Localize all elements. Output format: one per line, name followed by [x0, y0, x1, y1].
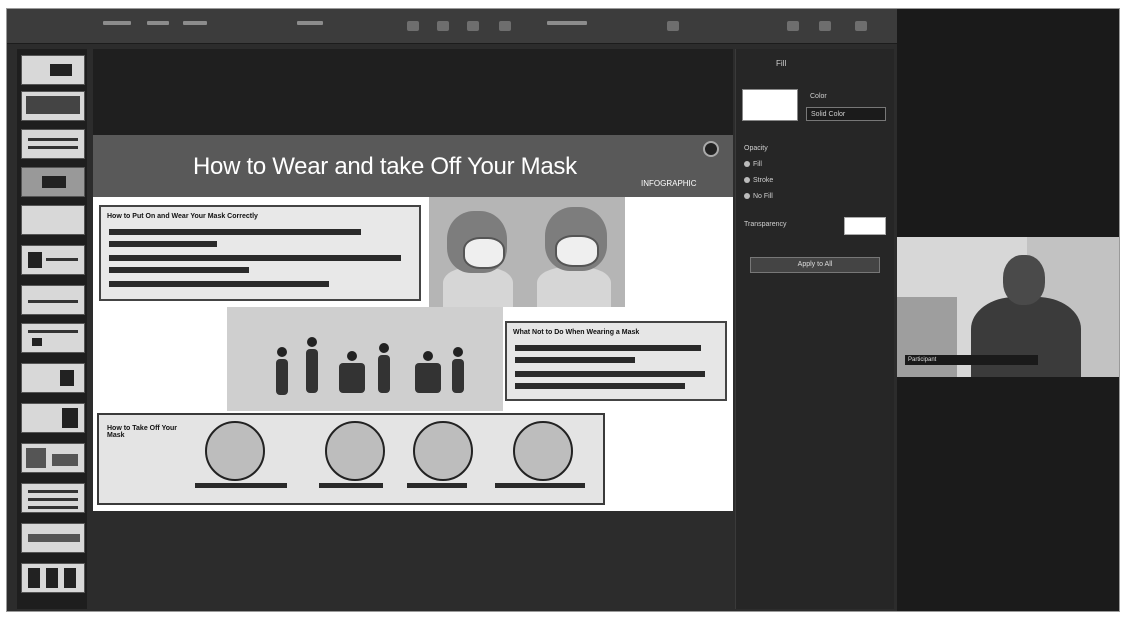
toolbar-icon-text[interactable]: [437, 21, 449, 31]
caption-line: [195, 483, 287, 488]
mask-wearing-illustration: [429, 197, 625, 307]
header-logo-icon: [703, 141, 719, 157]
toolbar-icon-table[interactable]: [499, 21, 511, 31]
radio-stroke[interactable]: Stroke: [744, 177, 773, 184]
participant-name-label: Participant: [905, 355, 1038, 365]
radio-no-fill[interactable]: No Fill: [744, 193, 773, 200]
menu-item-insert[interactable]: [297, 21, 323, 25]
fill-type-select[interactable]: Solid Color: [806, 107, 886, 121]
what-not-to-do-box: What Not to Do When Wearing a Mask: [505, 321, 727, 401]
slide-thumbnail[interactable]: [21, 55, 85, 85]
toolbar-icon-share[interactable]: [787, 21, 799, 31]
handle-straps-icon: [413, 421, 473, 481]
wash-hands-icon: [205, 421, 265, 481]
bullet-line: [515, 383, 685, 389]
color-swatch[interactable]: [742, 89, 798, 121]
side-panel-bottom: [897, 377, 1119, 611]
inspector-header: Fill: [776, 59, 787, 68]
slide-canvas[interactable]: How to Wear and take Off Your Mask INFOG…: [93, 135, 733, 511]
screen-frame: How to Wear and take Off Your Mask INFOG…: [6, 8, 1120, 612]
bullet-line: [109, 241, 217, 247]
bullet-line: [515, 357, 635, 363]
toolbar-icon-play[interactable]: [667, 21, 679, 31]
participant-avatar: [1003, 255, 1045, 305]
bullet-line: [109, 255, 401, 261]
transparency-label: Transparency: [744, 221, 787, 228]
bullet-line: [515, 345, 701, 351]
slide-thumbnail[interactable]: [21, 563, 85, 593]
toolbar-icon-shape[interactable]: [407, 21, 419, 31]
bullet-line: [109, 229, 361, 235]
slide-thumbnail[interactable]: [21, 245, 85, 275]
slide-thumbnail[interactable]: [21, 285, 85, 315]
social-distancing-illustration: [227, 307, 503, 411]
side-panel-top: [897, 9, 1119, 237]
toolbar-icon-format[interactable]: [819, 21, 831, 31]
toolbar-icon-image[interactable]: [467, 21, 479, 31]
caption-line: [495, 483, 585, 488]
what-not-to-do-heading: What Not to Do When Wearing a Mask: [513, 329, 640, 336]
slide-thumbnail[interactable]: [21, 205, 85, 235]
how-to-wear-box: How to Put On and Wear Your Mask Correct…: [99, 205, 421, 301]
slide-thumbnail[interactable]: [21, 323, 85, 353]
slide-thumbnail[interactable]: [21, 363, 85, 393]
menu-item-view[interactable]: [183, 21, 207, 25]
slide-header-banner: How to Wear and take Off Your Mask INFOG…: [93, 135, 733, 197]
menu-item-format[interactable]: [547, 21, 587, 25]
slide-thumbnail[interactable]: [21, 167, 85, 197]
section-label: Opacity: [744, 145, 768, 152]
toolbar-icon-settings[interactable]: [855, 21, 867, 31]
participant-video-tile[interactable]: Participant: [897, 237, 1119, 377]
presentation-app-window: How to Wear and take Off Your Mask INFOG…: [7, 9, 897, 611]
menu-item-file[interactable]: [103, 21, 131, 25]
bullet-line: [515, 371, 705, 377]
bullet-line: [109, 267, 249, 273]
slide-thumbnail-panel: [17, 49, 87, 609]
swatch-label: Color: [810, 93, 827, 100]
how-to-take-off-box: How to Take Off Your Mask: [97, 413, 605, 505]
fold-mask-icon: [513, 421, 573, 481]
slide-thumbnail[interactable]: [21, 443, 85, 473]
transparency-input[interactable]: [844, 217, 886, 235]
slide-thumbnail[interactable]: [21, 91, 85, 121]
menu-toolbar: [7, 9, 897, 44]
slide-subtitle: INFOGRAPHIC: [641, 179, 697, 188]
menu-item-edit[interactable]: [147, 21, 169, 25]
slide-thumbnail[interactable]: [21, 129, 85, 159]
bullet-line: [109, 281, 329, 287]
slide-thumbnail[interactable]: [21, 483, 85, 513]
how-to-wear-heading: How to Put On and Wear Your Mask Correct…: [107, 213, 258, 220]
caption-line: [319, 483, 383, 488]
radio-fill[interactable]: Fill: [744, 161, 762, 168]
remove-ear-loops-icon: [325, 421, 385, 481]
slide-thumbnail[interactable]: [21, 523, 85, 553]
slide-title: How to Wear and take Off Your Mask: [193, 153, 577, 180]
participant-body: [971, 297, 1081, 377]
caption-line: [407, 483, 467, 488]
slide-thumbnail[interactable]: [21, 403, 85, 433]
apply-button[interactable]: Apply to All: [750, 257, 880, 273]
how-to-take-off-heading: How to Take Off Your Mask: [107, 425, 178, 439]
canvas-top-area: [93, 49, 733, 135]
format-inspector-panel: Fill Color Solid Color Opacity Fill Stro…: [735, 49, 894, 609]
